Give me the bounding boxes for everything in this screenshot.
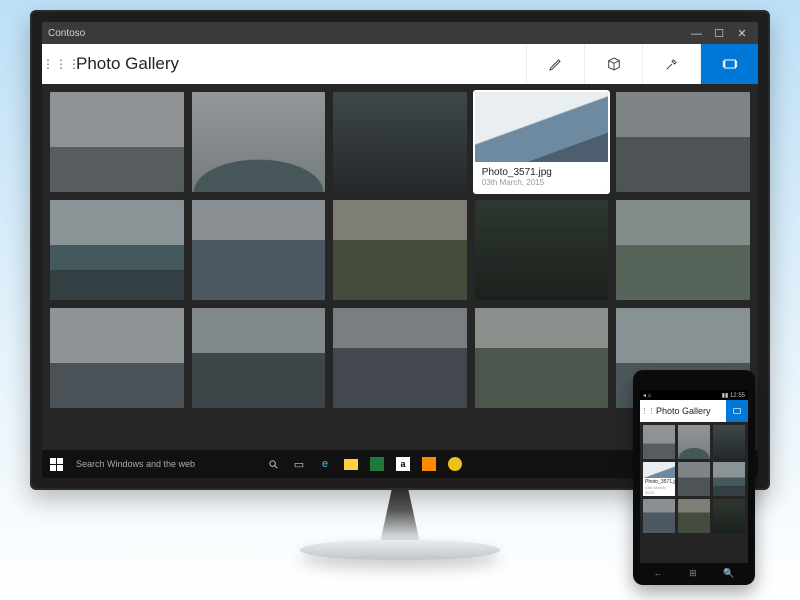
photo-thumbnail[interactable] — [50, 92, 184, 192]
eyedropper-icon — [664, 56, 680, 72]
window-titlebar[interactable]: Contoso — ☐ ✕ — [42, 22, 758, 44]
search-icon[interactable] — [260, 450, 286, 478]
taskbar-app-cube[interactable] — [422, 457, 436, 471]
photo-caption: Photo_3571.jpg 03th March, 2015 — [475, 162, 609, 192]
photo-thumbnail[interactable] — [475, 200, 609, 300]
phone-status-bar: ◂ ⌂ ▮▮ 12:55 — [640, 390, 748, 400]
windows-logo-icon — [50, 458, 63, 471]
phone-device: ◂ ⌂ ▮▮ 12:55 ⋮⋮ Photo Gallery Photo_3571… — [633, 370, 755, 585]
photo-thumbnail[interactable] — [333, 200, 467, 300]
slideshow-button[interactable] — [700, 44, 758, 84]
phone-app-toolbar: ⋮⋮ Photo Gallery — [640, 400, 748, 422]
pencil-icon — [548, 56, 564, 72]
taskbar-app-explorer[interactable] — [344, 459, 358, 470]
photo-thumbnail[interactable] — [192, 200, 326, 300]
slideshow-icon — [732, 406, 742, 416]
monitor-stand — [300, 488, 500, 578]
phone-status-right: ▮▮ 12:55 — [722, 392, 745, 399]
phone-photo-grid[interactable]: Photo_3571.jpg 03th March, 2015 — [640, 422, 748, 536]
phone-nav-bar: ← ⊞ 🔍 — [640, 565, 748, 581]
photo-thumbnail[interactable] — [713, 462, 745, 496]
taskbar-app-store[interactable] — [370, 457, 384, 471]
photo-filename: Photo_3571.jpg — [482, 167, 602, 178]
photo-thumbnail[interactable] — [192, 308, 326, 408]
maximize-button[interactable]: ☐ — [709, 27, 729, 40]
start-button[interactable] — [42, 450, 70, 478]
eyedropper-button[interactable] — [642, 44, 700, 84]
photo-thumbnail[interactable] — [192, 92, 326, 192]
cube-icon — [606, 56, 622, 72]
window-title: Contoso — [48, 28, 85, 39]
task-view-icon[interactable]: ▭ — [286, 450, 312, 478]
photo-thumbnail[interactable] — [713, 425, 745, 459]
photo-thumbnail[interactable] — [50, 308, 184, 408]
photo-thumbnail[interactable] — [616, 200, 750, 300]
photo-thumbnail[interactable] — [475, 308, 609, 408]
phone-status-left: ◂ ⌂ — [643, 392, 651, 399]
minimize-button[interactable]: — — [686, 28, 706, 40]
phone-back-button[interactable]: ← — [653, 568, 662, 578]
window-controls: — ☐ ✕ — [686, 27, 752, 40]
app-toolbar: ⋮⋮⋮ Photo Gallery — [42, 44, 758, 84]
photo-thumbnail[interactable] — [678, 462, 710, 496]
app-title: Photo Gallery — [76, 54, 526, 74]
taskbar-search[interactable]: Search Windows and the web — [70, 459, 260, 469]
photo-thumbnail[interactable] — [50, 200, 184, 300]
phone-home-button[interactable]: ⊞ — [689, 568, 697, 579]
taskbar-app-globe[interactable] — [448, 457, 462, 471]
hamburger-menu-icon[interactable]: ⋮⋮⋮ — [42, 57, 76, 71]
phone-screen: ◂ ⌂ ▮▮ 12:55 ⋮⋮ Photo Gallery Photo_3571… — [640, 390, 748, 563]
search-placeholder: Search Windows and the web — [76, 459, 195, 469]
cube-button[interactable] — [584, 44, 642, 84]
photo-thumbnail-selected[interactable]: Photo_3571.jpg 03th March, 2015 — [475, 92, 609, 192]
photo-thumbnail[interactable] — [678, 425, 710, 459]
photo-date: 03th March, 2015 — [482, 178, 602, 187]
taskbar-app-amazon[interactable]: a — [396, 457, 410, 471]
photo-grid: Photo_3571.jpg 03th March, 2015 — [50, 92, 750, 408]
phone-search-button[interactable]: 🔍 — [723, 568, 734, 579]
close-button[interactable]: ✕ — [732, 27, 752, 40]
photo-date: 03th March, 2015 — [645, 485, 673, 495]
phone-app-title: Photo Gallery — [656, 406, 726, 416]
phone-slideshow-button[interactable] — [726, 400, 748, 422]
taskbar-app-edge[interactable]: e — [312, 450, 338, 478]
photo-thumbnail[interactable] — [643, 425, 675, 459]
photo-caption: Photo_3571.jpg 03th March, 2015 — [643, 478, 675, 496]
photo-thumbnail[interactable] — [333, 92, 467, 192]
phone-hamburger-icon[interactable]: ⋮⋮ — [640, 407, 656, 415]
photo-thumbnail[interactable] — [713, 499, 745, 533]
photo-thumbnail[interactable] — [678, 499, 710, 533]
slideshow-icon — [722, 56, 738, 72]
photo-thumbnail[interactable] — [616, 92, 750, 192]
photo-thumbnail[interactable] — [333, 308, 467, 408]
photo-thumbnail-selected[interactable]: Photo_3571.jpg 03th March, 2015 — [643, 462, 675, 496]
photo-thumbnail[interactable] — [643, 499, 675, 533]
edit-button[interactable] — [526, 44, 584, 84]
